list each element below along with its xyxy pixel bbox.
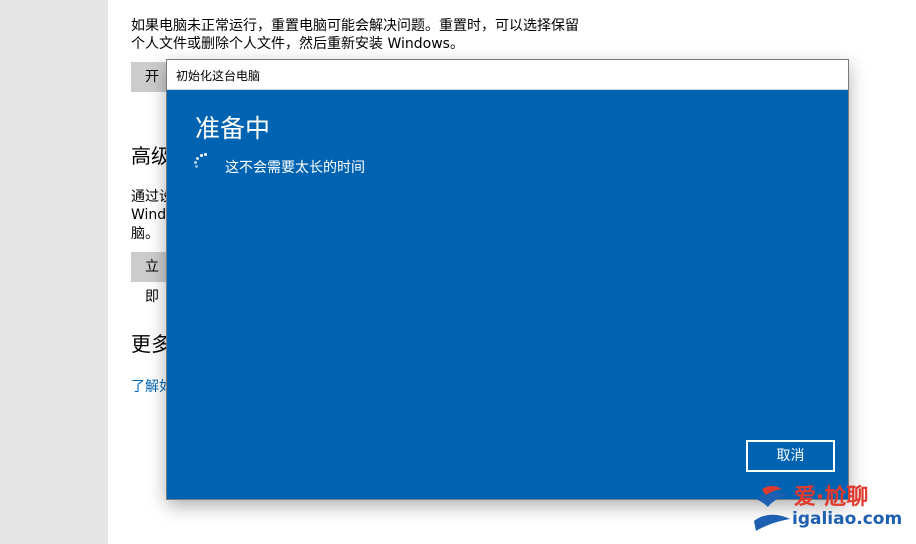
watermark-url: igaliao.com <box>792 509 903 529</box>
preparing-subtext: 这不会需要太长的时间 <box>225 160 365 176</box>
reset-pc-button[interactable]: 开 <box>131 62 171 92</box>
advanced-description-line-3: 脑。 <box>131 226 159 242</box>
dialog-title: 初始化这台电脑 <box>176 69 261 83</box>
reset-description-line-2: 个人文件或删除个人文件，然后重新安装 Windows。 <box>131 36 464 52</box>
dialog-titlebar: 初始化这台电脑 <box>167 60 848 90</box>
advanced-startup-heading: 高级 <box>131 144 171 168</box>
bird-logo-icon <box>754 486 790 531</box>
watermark: 爱·尬聊 igaliao.com <box>752 477 912 539</box>
preparing-heading: 准备中 <box>195 114 271 143</box>
cancel-button[interactable]: 取消 <box>746 440 835 472</box>
loading-spinner-icon <box>194 153 212 171</box>
restart-now-button[interactable]: 立即 <box>131 252 171 305</box>
watermark-brand-text: 爱·尬聊 <box>794 485 869 510</box>
reset-pc-dialog: 初始化这台电脑 准备中 这不会需要太长的时间 取消 <box>167 60 848 499</box>
more-options-heading: 更多 <box>131 332 171 356</box>
left-sidebar-strip <box>0 0 108 544</box>
